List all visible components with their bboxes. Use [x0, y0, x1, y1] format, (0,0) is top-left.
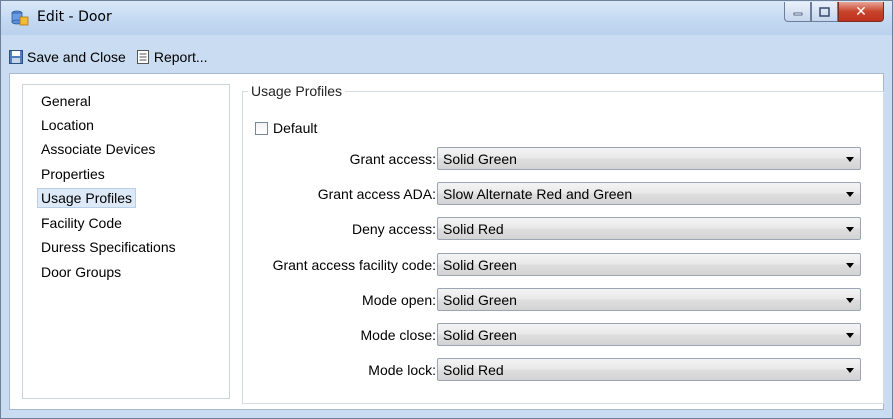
- field-row-grant-access-ada: Grant access ADA: Slow Alternate Red and…: [237, 182, 861, 206]
- mode-open-select[interactable]: Solid Green: [437, 288, 861, 311]
- close-button[interactable]: ✕: [838, 2, 884, 22]
- grant-access-ada-value: Slow Alternate Red and Green: [443, 186, 633, 202]
- nav-item-general[interactable]: General: [37, 91, 95, 111]
- chevron-down-icon: [846, 368, 854, 373]
- report-icon: [136, 50, 149, 64]
- chevron-down-icon: [846, 298, 854, 303]
- mode-lock-label: Mode lock:: [368, 362, 436, 378]
- edit-door-window: Edit - Door ✕ Save and Close Report... G…: [0, 0, 893, 419]
- grant-access-select[interactable]: Solid Green: [437, 147, 861, 170]
- default-label: Default: [273, 120, 318, 136]
- grant-access-facility-code-value: Solid Green: [443, 257, 517, 273]
- close-icon: ✕: [855, 3, 867, 20]
- grant-access-value: Solid Green: [443, 151, 517, 167]
- minimize-button[interactable]: [784, 2, 811, 22]
- field-row-deny-access: Deny access: Solid Red: [237, 217, 861, 241]
- door-database-icon: [11, 10, 29, 26]
- save-and-close-button[interactable]: Save and Close: [9, 49, 126, 65]
- default-checkbox[interactable]: [255, 121, 268, 135]
- grant-access-ada-label: Grant access ADA:: [317, 186, 436, 202]
- chevron-down-icon: [846, 263, 854, 268]
- chevron-down-icon: [846, 157, 854, 162]
- nav-item-location[interactable]: Location: [37, 115, 98, 135]
- section-nav: General Location Associate Devices Prope…: [22, 84, 230, 399]
- mode-lock-select[interactable]: Solid Red: [437, 358, 861, 381]
- grant-access-facility-code-select[interactable]: Solid Green: [437, 253, 861, 276]
- report-label: Report...: [153, 49, 208, 65]
- maximize-button[interactable]: [811, 2, 838, 22]
- minimize-icon: [793, 12, 802, 15]
- floppy-disk-icon: [9, 50, 23, 64]
- deny-access-label: Deny access:: [351, 221, 436, 237]
- mode-lock-value: Solid Red: [443, 362, 504, 378]
- field-row-grant-access-facility-code: Grant access facility code: Solid Green: [237, 253, 861, 277]
- window-title: Edit - Door: [37, 9, 112, 25]
- save-and-close-label: Save and Close: [27, 49, 126, 65]
- chevron-down-icon: [846, 227, 854, 232]
- group-title: Usage Profiles: [248, 83, 346, 99]
- mode-close-label: Mode close:: [360, 327, 436, 343]
- nav-item-usage-profiles[interactable]: Usage Profiles: [37, 188, 137, 208]
- nav-item-properties[interactable]: Properties: [37, 164, 109, 184]
- report-button[interactable]: Report...: [136, 49, 208, 65]
- window-controls: ✕: [784, 2, 884, 23]
- title-bar[interactable]: Edit - Door ✕: [1, 1, 892, 35]
- deny-access-value: Solid Red: [443, 221, 504, 237]
- mode-open-value: Solid Green: [443, 292, 517, 308]
- mode-close-value: Solid Green: [443, 327, 517, 343]
- grant-access-ada-select[interactable]: Slow Alternate Red and Green: [437, 182, 861, 205]
- nav-item-duress-specifications[interactable]: Duress Specifications: [37, 237, 180, 257]
- nav-item-door-groups[interactable]: Door Groups: [37, 262, 125, 282]
- field-row-mode-lock: Mode lock: Solid Red: [237, 358, 861, 382]
- nav-item-facility-code[interactable]: Facility Code: [37, 213, 126, 233]
- maximize-icon: [819, 6, 830, 17]
- mode-open-label: Mode open:: [362, 292, 436, 308]
- default-checkbox-row[interactable]: Default: [255, 120, 317, 136]
- chevron-down-icon: [846, 333, 854, 338]
- mode-close-select[interactable]: Solid Green: [437, 323, 861, 346]
- field-row-mode-close: Mode close: Solid Green: [237, 323, 861, 347]
- grant-access-facility-code-label: Grant access facility code:: [272, 257, 436, 273]
- field-row-mode-open: Mode open: Solid Green: [237, 288, 861, 312]
- toolbar: Save and Close Report...: [9, 45, 218, 69]
- deny-access-select[interactable]: Solid Red: [437, 217, 861, 240]
- chevron-down-icon: [846, 192, 854, 197]
- grant-access-label: Grant access:: [349, 151, 436, 167]
- field-row-grant-access: Grant access: Solid Green: [237, 147, 861, 171]
- nav-item-associate-devices[interactable]: Associate Devices: [37, 139, 159, 159]
